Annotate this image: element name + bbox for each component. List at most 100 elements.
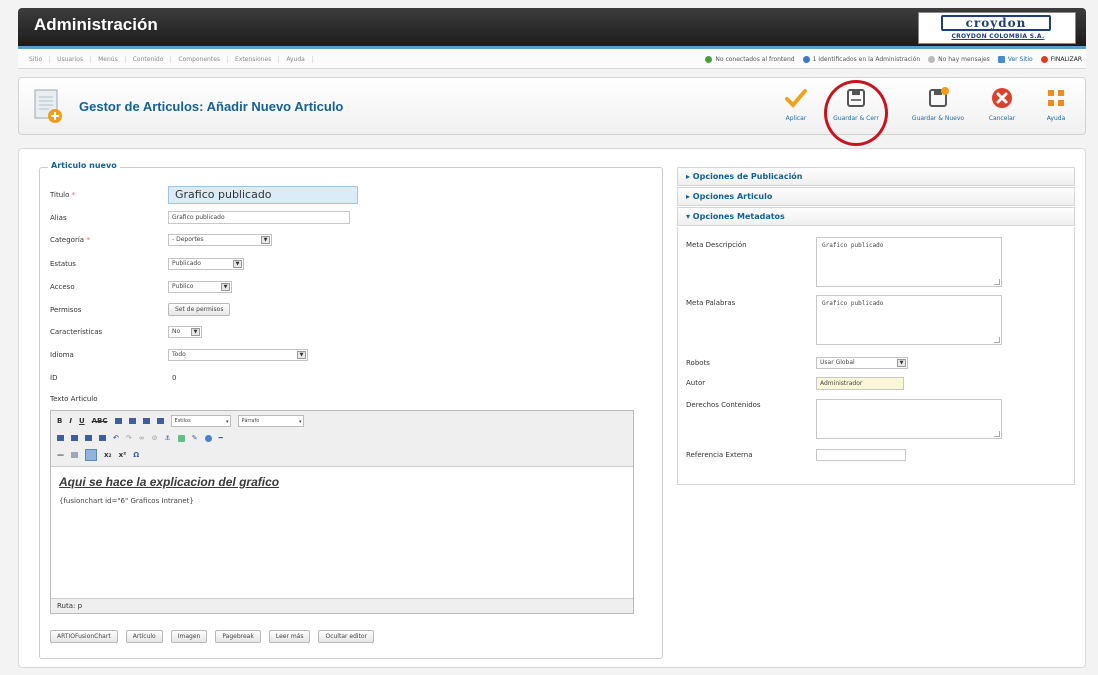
status-admin: 1 Identificados en la Administración bbox=[802, 55, 920, 63]
access-value: Publico bbox=[172, 283, 194, 290]
cancel-button[interactable]: Cancelar bbox=[973, 86, 1031, 130]
subscript-icon[interactable]: x₂ bbox=[104, 451, 112, 459]
logout-link[interactable]: FINALIZAR bbox=[1040, 55, 1082, 63]
menu-item-componentes[interactable]: Componentes bbox=[171, 55, 229, 63]
pagebreak-button[interactable]: Pagebreak bbox=[215, 630, 261, 643]
featured-value: No bbox=[172, 328, 181, 335]
align-left-icon[interactable] bbox=[114, 418, 122, 424]
horizontal-rule-icon[interactable]: ━ bbox=[219, 434, 223, 442]
rights-label: Derechos Contenidos bbox=[686, 401, 761, 409]
robots-select[interactable]: Usar Global ▼ bbox=[816, 357, 908, 369]
hr-icon[interactable]: — bbox=[57, 451, 64, 459]
redo-icon[interactable]: ↷ bbox=[126, 434, 132, 442]
main-menu: Sitio Usuarios Menús Contenido Component… bbox=[22, 49, 313, 69]
save-new-label: Guardar & Nuevo bbox=[911, 115, 965, 122]
help-label: Ayuda bbox=[1046, 115, 1066, 122]
toggle-editor-button[interactable]: Ocultar editor bbox=[318, 630, 375, 643]
meta-description-input[interactable]: Grafico publicado bbox=[816, 237, 1002, 287]
fusionchart-button[interactable]: ARTIOFusionChart bbox=[50, 630, 118, 643]
undo-icon[interactable]: ↶ bbox=[113, 434, 119, 442]
strikethrough-icon[interactable]: ABC bbox=[92, 417, 108, 425]
visual-aid-icon[interactable] bbox=[85, 449, 97, 461]
robots-value: Usar Global bbox=[820, 359, 855, 366]
rights-input[interactable] bbox=[816, 399, 1002, 439]
meta-keywords-input[interactable]: Grafico publicado bbox=[816, 295, 1002, 345]
menu-item-sitio[interactable]: Sitio bbox=[22, 55, 51, 63]
alias-input[interactable]: Grafico publicado bbox=[168, 211, 350, 224]
style-combo[interactable]: Estilos ▾ bbox=[170, 415, 231, 427]
align-right-icon[interactable] bbox=[142, 418, 150, 424]
outdent-icon[interactable] bbox=[85, 435, 92, 441]
link-icon[interactable]: ∞ bbox=[139, 434, 145, 442]
menu-item-extensiones[interactable]: Extensiones bbox=[228, 55, 280, 63]
image-icon[interactable] bbox=[177, 434, 185, 442]
align-center-icon[interactable] bbox=[128, 418, 136, 424]
special-char-icon[interactable]: Ω bbox=[133, 451, 139, 459]
permissions-button[interactable]: Set de permisos bbox=[168, 303, 231, 316]
robots-label: Robots bbox=[686, 359, 710, 367]
editor-paragraph: {fusionchart id="6" Graficos Intranet} bbox=[59, 497, 194, 505]
external-ref-input[interactable] bbox=[816, 449, 906, 461]
superscript-icon[interactable]: x² bbox=[119, 451, 127, 459]
menu-item-ayuda[interactable]: Ayuda bbox=[279, 55, 313, 63]
underline-icon[interactable]: U bbox=[79, 417, 85, 425]
title-label: Titulo bbox=[50, 191, 70, 199]
chevron-down-icon: ▼ bbox=[221, 283, 230, 291]
metadata-options-header[interactable]: ▾ Opciones Metadatos bbox=[677, 207, 1075, 226]
admin-header: Administración croydon CROYDON COLOMBIA … bbox=[18, 8, 1086, 46]
chevron-down-icon: ▾ bbox=[226, 419, 229, 425]
editor-toolbar-row-1: B I U ABC Estilos ▾ Párrafo ▾ bbox=[57, 414, 304, 428]
chevron-down-icon: ▼ bbox=[191, 328, 200, 336]
indent-icon[interactable] bbox=[99, 435, 106, 441]
article-button[interactable]: Artículo bbox=[125, 630, 163, 643]
language-label: Idioma bbox=[50, 351, 74, 359]
editor-heading: Aqui se hace la explicacion del grafico bbox=[59, 475, 280, 489]
cleanup-icon[interactable]: ✎ bbox=[192, 434, 198, 442]
code-icon[interactable] bbox=[204, 434, 212, 442]
view-site-link[interactable]: Ver Sitio bbox=[997, 55, 1033, 63]
status-messages-text: No hay mensajes bbox=[938, 55, 990, 63]
article-add-icon bbox=[34, 89, 62, 123]
permissions-label: Permisos bbox=[50, 306, 82, 314]
category-select[interactable]: - Deportes ▼ bbox=[168, 234, 272, 246]
status-select[interactable]: Publicado ▼ bbox=[168, 258, 244, 270]
title-input[interactable]: Grafico publicado bbox=[168, 186, 358, 204]
article-fieldset: Articulo nuevo Titulo * Grafico publicad… bbox=[39, 161, 663, 659]
highlight-annotation bbox=[824, 80, 888, 146]
access-select[interactable]: Publico ▼ bbox=[168, 281, 232, 293]
menu-item-contenido[interactable]: Contenido bbox=[126, 55, 172, 63]
apply-button[interactable]: Aplicar bbox=[767, 86, 825, 130]
resize-grip-icon[interactable] bbox=[994, 337, 1000, 343]
bullet-list-icon[interactable] bbox=[57, 435, 64, 441]
menu-bar: Sitio Usuarios Menús Contenido Component… bbox=[18, 49, 1086, 69]
resize-grip-icon[interactable] bbox=[994, 279, 1000, 285]
resize-grip-icon[interactable] bbox=[994, 431, 1000, 437]
bold-icon[interactable]: B bbox=[57, 417, 62, 425]
format-combo[interactable]: Párrafo ▾ bbox=[237, 415, 304, 427]
style-combo-value: Estilos bbox=[174, 418, 191, 424]
unlink-icon[interactable]: ⊘ bbox=[152, 434, 158, 442]
status-bar: No conectados al frontend 1 Identificado… bbox=[705, 49, 1082, 69]
status-frontend-text: No conectados al frontend bbox=[715, 55, 795, 63]
italic-icon[interactable]: I bbox=[69, 417, 72, 425]
editor-content[interactable]: Aqui se hace la explicacion del grafico … bbox=[51, 467, 633, 600]
align-justify-icon[interactable] bbox=[156, 418, 164, 424]
anchor-icon[interactable]: ⚓ bbox=[164, 434, 170, 442]
image-button[interactable]: Imagen bbox=[170, 630, 208, 643]
language-select[interactable]: Todo ▼ bbox=[168, 349, 308, 361]
read-more-button[interactable]: Leer más bbox=[268, 630, 311, 643]
id-value: 0 bbox=[172, 374, 177, 382]
status-messages[interactable]: No hay mensajes bbox=[928, 55, 990, 63]
menu-item-usuarios[interactable]: Usuarios bbox=[50, 55, 92, 63]
remove-format-icon[interactable] bbox=[71, 452, 78, 458]
menu-item-menus[interactable]: Menús bbox=[91, 55, 126, 63]
save-new-icon bbox=[929, 87, 949, 107]
publishing-options-header[interactable]: ▸ Opciones de Publicación bbox=[677, 167, 1075, 186]
featured-select[interactable]: No ▼ bbox=[168, 326, 202, 338]
help-button[interactable]: Ayuda bbox=[1031, 86, 1081, 130]
page-title: Gestor de Articulos: Añadir Nuevo Articu… bbox=[79, 99, 344, 114]
article-options-header[interactable]: ▸ Opciones Articulo bbox=[677, 187, 1075, 206]
save-new-button[interactable]: Guardar & Nuevo bbox=[905, 86, 971, 130]
author-input[interactable]: Administrador bbox=[816, 377, 904, 390]
numbered-list-icon[interactable] bbox=[71, 435, 78, 441]
